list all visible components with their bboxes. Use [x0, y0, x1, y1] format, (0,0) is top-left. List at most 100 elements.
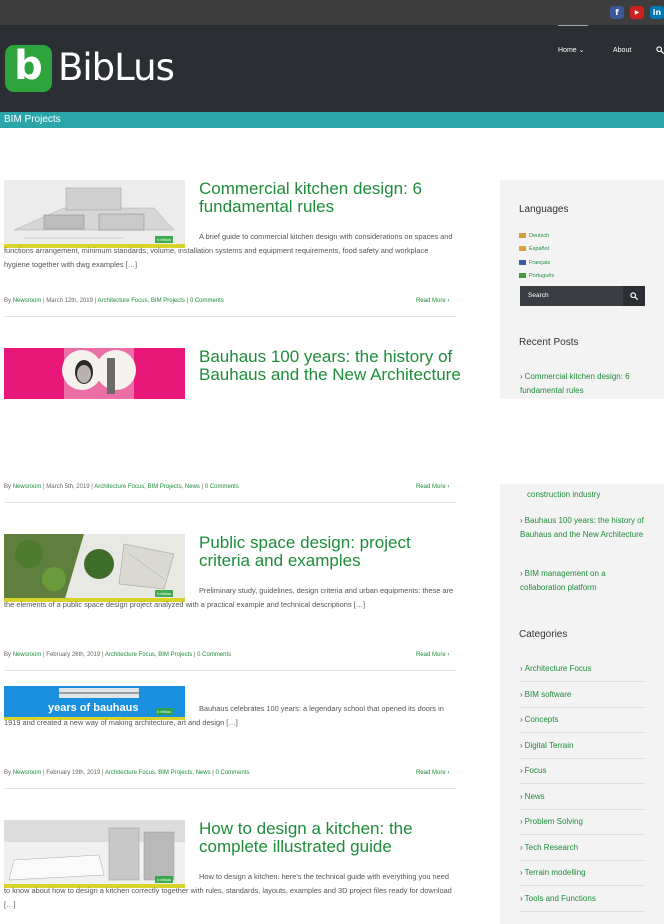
read-more-link[interactable]: Read More ›	[416, 769, 449, 777]
read-more-link[interactable]: Read More ›	[416, 651, 449, 659]
category-link[interactable]: › Focus	[520, 766, 645, 776]
category-link[interactable]: › Digital Terrain	[520, 741, 645, 751]
language-francais[interactable]: Français	[519, 260, 550, 267]
nav-about[interactable]: About	[613, 46, 631, 56]
meta-categories-link[interactable]: Architecture Focus, BIM Projects	[98, 298, 185, 304]
category-label: Focus	[524, 766, 547, 775]
meta-date: February 26th, 2019	[46, 652, 101, 658]
logo-text[interactable]: BibLus	[58, 46, 175, 90]
chevron-right-icon: ›	[520, 741, 523, 750]
meta-author-link[interactable]: Newsroom	[13, 652, 42, 658]
recent-post-label: Commercial kitchen design: 6 fundamental…	[520, 372, 630, 395]
brazil-flag-icon	[519, 273, 526, 279]
category-label: Digital Terrain	[524, 741, 574, 750]
post-excerpt-text: How to design a kitchen: here's the tech…	[4, 872, 452, 909]
meta-comments-link[interactable]: 0 Comments	[205, 484, 239, 490]
page-title: BIM Projects	[4, 114, 61, 125]
meta-author-link[interactable]: Newsroom	[13, 770, 42, 776]
category-link[interactable]: › Tech Research	[520, 843, 645, 853]
meta-by: By	[4, 484, 12, 490]
recent-post-link[interactable]: › BIM management on a collaboration platf…	[520, 567, 645, 594]
chevron-right-icon: ›	[520, 690, 523, 699]
chevron-right-icon: ›	[520, 843, 523, 852]
meta-by: By	[4, 652, 12, 658]
post-title[interactable]: Bauhaus 100 years: the history of Bauhau…	[199, 348, 461, 384]
post-excerpt: A brief guide to commercial kitchen desi…	[4, 230, 456, 272]
language-deutsch[interactable]: Deutsch	[519, 233, 549, 240]
meta-categories-link[interactable]: Architecture Focus, BIM Projects	[105, 652, 192, 658]
post-meta: By Newsroom | February 19th, 2019 | Arch…	[4, 770, 250, 776]
languages-heading: Languages	[519, 204, 569, 215]
chevron-down-icon: ⌄	[578, 47, 585, 54]
meta-author-link[interactable]: Newsroom	[13, 484, 42, 490]
chevron-right-icon: ›	[520, 894, 523, 903]
post-title[interactable]: Public space design: project criteria an…	[199, 534, 459, 570]
chevron-right-icon: ›	[520, 766, 523, 775]
category-divider	[520, 885, 645, 886]
recent-post-link[interactable]: › Bauhaus 100 years: the history of Bauha…	[520, 514, 645, 541]
category-divider	[520, 783, 645, 784]
logo-letter: b	[14, 43, 43, 89]
chevron-right-icon: ›	[520, 372, 523, 381]
sidebar-panel	[500, 484, 664, 924]
chevron-right-icon: ›	[520, 664, 523, 673]
page-title-bar: BIM Projects	[0, 112, 664, 128]
post-title[interactable]: How to design a kitchen: the complete il…	[199, 820, 459, 856]
category-divider	[520, 911, 645, 912]
category-label: Problem Solving	[524, 817, 583, 826]
nav-home-label: Home	[558, 47, 577, 54]
category-label: Terrain modelling	[524, 868, 586, 877]
youtube-icon[interactable]: ▶	[630, 6, 644, 19]
meta-comments-link[interactable]: 0 Comments	[216, 770, 250, 776]
post-thumbnail[interactable]	[4, 348, 185, 399]
chevron-right-icon: ›	[520, 817, 523, 826]
language-label: Deutsch	[529, 233, 550, 239]
meta-comments-link[interactable]: 0 Comments	[190, 298, 224, 304]
read-more-link[interactable]: Read More ›	[416, 297, 449, 305]
category-link[interactable]: › BIM software	[520, 690, 645, 700]
recent-post-link[interactable]: construction industry	[520, 488, 645, 502]
search-icon	[630, 292, 638, 300]
read-more-link[interactable]: Read More ›	[416, 483, 449, 491]
category-link[interactable]: › News	[520, 792, 645, 802]
site-header: b BibLus Home ⌄ About	[0, 25, 664, 112]
post-divider	[4, 316, 456, 317]
category-link[interactable]: › Problem Solving	[520, 817, 645, 827]
language-label: Español	[529, 246, 549, 252]
linkedin-icon[interactable]: in	[650, 6, 664, 19]
category-link[interactable]: › Terrain modelling	[520, 868, 645, 878]
post-divider	[4, 788, 456, 789]
categories-heading: Categories	[519, 629, 568, 640]
category-label: News	[524, 792, 545, 801]
sidebar-search-button[interactable]	[623, 286, 645, 306]
meta-categories-link[interactable]: Architecture Focus, BIM Projects, News	[105, 770, 211, 776]
meta-author-link[interactable]: Newsroom	[13, 298, 42, 304]
post-excerpt-text: Bauhaus celebrates 100 years: a legendar…	[4, 704, 444, 727]
language-espanol[interactable]: Español	[519, 246, 549, 253]
category-label: Architecture Focus	[524, 664, 592, 673]
recent-post-link[interactable]: › Commercial kitchen design: 6 fundamenta…	[520, 370, 645, 397]
facebook-icon[interactable]: f	[610, 6, 624, 19]
category-divider	[520, 732, 645, 733]
search-icon[interactable]	[656, 46, 664, 54]
language-portugues[interactable]: Português	[519, 273, 554, 280]
post-excerpt-text: A brief guide to commercial kitchen desi…	[4, 232, 453, 269]
category-divider	[520, 707, 645, 708]
language-label: Português	[529, 273, 555, 279]
category-link[interactable]: › Concepts	[520, 715, 645, 725]
category-divider	[520, 681, 645, 682]
nav-active-indicator	[558, 25, 588, 26]
meta-comments-link[interactable]: 0 Comments	[197, 652, 231, 658]
nav-home[interactable]: Home ⌄	[558, 46, 585, 56]
recent-posts-heading: Recent Posts	[519, 337, 579, 348]
category-link[interactable]: › Tools and Functions	[520, 894, 645, 904]
meta-categories-link[interactable]: Architecture Focus, BIM Projects, News	[94, 484, 200, 490]
meta-date: February 19th, 2019	[46, 770, 101, 776]
category-link[interactable]: › Architecture Focus	[520, 664, 645, 674]
sidebar-search-input[interactable]: Search	[520, 286, 623, 306]
chevron-right-icon: ›	[520, 792, 523, 801]
category-divider	[520, 860, 645, 861]
biblus-logo-icon[interactable]: b	[5, 43, 52, 92]
post-title[interactable]: Commercial kitchen design: 6 fundamental…	[199, 180, 459, 216]
recent-post-label: Bauhaus 100 years: the history of Bauhau…	[520, 516, 644, 539]
